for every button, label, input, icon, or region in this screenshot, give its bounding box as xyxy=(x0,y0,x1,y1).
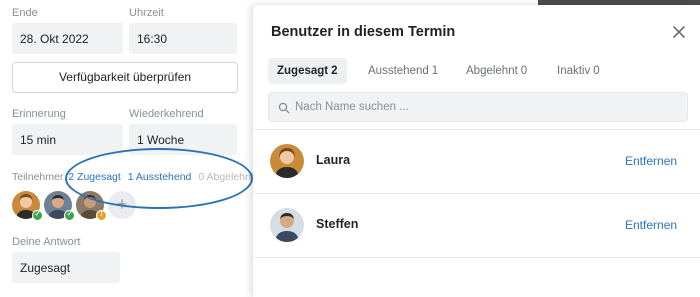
user-row: Laura Entfernen xyxy=(253,129,700,193)
tab-count: 0 xyxy=(520,65,528,77)
tab-count: 1 xyxy=(431,65,439,77)
tab-label: Zugesagt xyxy=(277,65,329,77)
participants-dialog: Benutzer in diesem Termin Zugesagt 2 Auss… xyxy=(253,5,700,297)
reminder-field[interactable]: 15 min xyxy=(12,124,123,155)
remove-user-button[interactable]: Entfernen xyxy=(625,154,677,168)
participants-label: Teilnehmer xyxy=(12,171,64,183)
remove-user-button[interactable]: Entfernen xyxy=(625,218,677,232)
event-form: Ende 28. Okt 2022 Uhrzeit 16:30 Verfügba… xyxy=(0,0,254,297)
time-field[interactable]: 16:30 xyxy=(129,23,237,54)
tab-label: Abgelehnt xyxy=(466,65,518,77)
accepted-check-icon: ✓ xyxy=(64,210,75,221)
tab-count: 0 xyxy=(593,65,600,77)
time-label: Uhrzeit xyxy=(129,7,164,19)
tab-label: Ausstehend xyxy=(368,65,429,77)
tab-declined[interactable]: Abgelehnt 0 xyxy=(457,58,536,84)
answer-field[interactable]: Zugesagt xyxy=(12,252,120,283)
end-label: Ende xyxy=(12,7,38,19)
dialog-title: Benutzer in diesem Termin xyxy=(271,24,456,40)
divider xyxy=(253,257,700,258)
tab-pending[interactable]: Ausstehend 1 xyxy=(359,58,447,84)
recurring-label: Wiederkehrend xyxy=(129,108,204,120)
avatar xyxy=(270,144,304,178)
tab-count: 2 xyxy=(331,65,338,77)
tab-label: Inaktiv xyxy=(557,65,591,77)
user-name: Steffen xyxy=(316,217,359,231)
end-date-field[interactable]: 28. Okt 2022 xyxy=(12,23,123,54)
search-icon xyxy=(278,101,290,119)
pending-clock-icon: ! xyxy=(96,210,107,221)
reminder-label: Erinnerung xyxy=(12,108,66,120)
check-availability-button[interactable]: Verfügbarkeit überprüfen xyxy=(12,62,238,93)
search-input[interactable] xyxy=(295,93,675,121)
accepted-check-icon: ✓ xyxy=(32,210,43,221)
answer-label: Deine Antwort xyxy=(12,236,81,248)
tab-inactive[interactable]: Inaktiv 0 xyxy=(548,58,609,84)
tab-accepted[interactable]: Zugesagt 2 xyxy=(268,58,347,84)
close-icon[interactable] xyxy=(670,23,688,41)
avatar xyxy=(270,208,304,242)
user-row: Steffen Entfernen xyxy=(253,193,700,257)
annotation-ellipse xyxy=(65,148,253,209)
user-name: Laura xyxy=(316,153,351,167)
search-box xyxy=(268,92,688,122)
